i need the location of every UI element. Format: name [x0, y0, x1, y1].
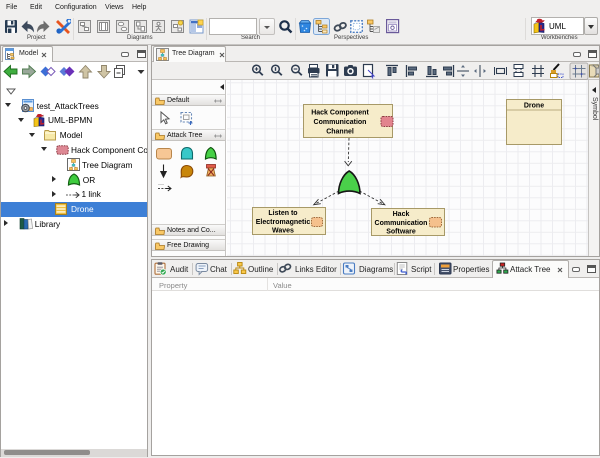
svg-text:Software: Software — [386, 229, 416, 236]
svg-text:Channel: Channel — [326, 129, 354, 136]
svg-text:Hack: Hack — [393, 211, 410, 218]
svg-text:Drone: Drone — [524, 103, 544, 110]
svg-text:Listen to: Listen to — [268, 210, 297, 217]
svg-text:Electromagnetic: Electromagnetic — [256, 219, 311, 226]
svg-text:Communication: Communication — [375, 220, 428, 227]
svg-text:Communication: Communication — [314, 119, 367, 126]
svg-text:Waves: Waves — [272, 228, 294, 235]
svg-text:Hack Component: Hack Component — [311, 110, 369, 117]
